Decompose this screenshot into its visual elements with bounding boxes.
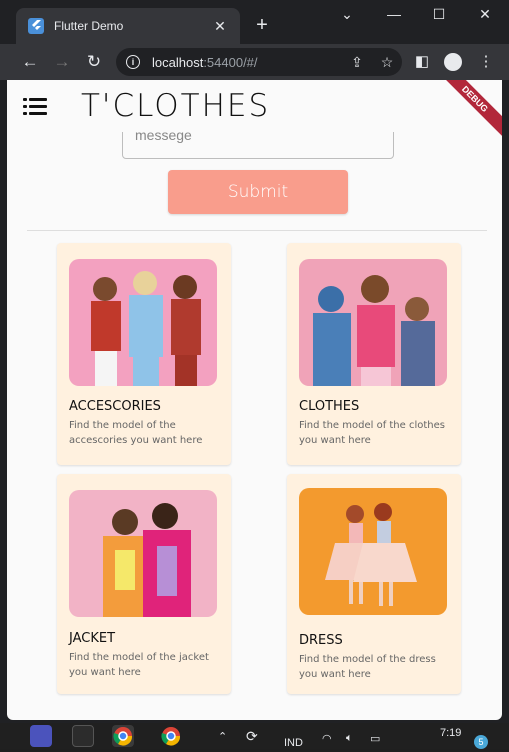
chevron-up-icon[interactable]: ⌃ <box>218 730 227 743</box>
sync-icon[interactable]: ⟳ <box>246 728 258 745</box>
accessories-photo <box>69 259 217 386</box>
teams-icon[interactable] <box>30 725 52 747</box>
card-dress[interactable]: DRESS Find the model of the dress you wa… <box>287 474 461 694</box>
tab-strip: Flutter Demo ✕ + ⌄ — ☐ ✕ <box>0 0 509 44</box>
card-title: ACCESCORIES <box>69 399 161 414</box>
flutter-icon <box>28 18 44 34</box>
card-description: Find the model of the dress you want her… <box>299 654 436 680</box>
card-title: CLOTHES <box>299 399 360 414</box>
menu-kebab-icon[interactable]: ⋮ <box>474 50 498 74</box>
new-tab-button[interactable]: + <box>250 14 274 37</box>
card-description: Find the model of the accescories you wa… <box>69 420 203 446</box>
address-bar[interactable]: i localhost:54400/#/ ⇪ ☆ <box>116 48 402 76</box>
figma-icon[interactable] <box>72 725 94 747</box>
card-accescories[interactable]: ACCESCORIES Find the model of the accesc… <box>57 243 231 465</box>
notification-badge[interactable]: 5 <box>474 735 488 749</box>
app-title: T'CLOTHES <box>81 88 271 124</box>
tab-title: Flutter Demo <box>54 19 124 33</box>
volume-icon[interactable]: 🔈︎ <box>346 732 353 745</box>
browser-toolbar: ← → ↻ i localhost:54400/#/ ⇪ ☆ ◧ ⋮ <box>0 44 509 80</box>
hamburger-menu-icon[interactable] <box>23 96 47 116</box>
browser-window: Flutter Demo ✕ + ⌄ — ☐ ✕ ← → ↻ i localho… <box>0 0 509 749</box>
card-description: Find the model of the clothes you want h… <box>299 420 445 446</box>
close-tab-icon[interactable]: ✕ <box>210 18 230 35</box>
submit-button[interactable]: Submit <box>168 170 348 214</box>
close-window-button[interactable]: ✕ <box>470 6 500 23</box>
card-title: DRESS <box>299 633 343 648</box>
clock-time[interactable]: 7:19 <box>440 727 461 739</box>
bookmark-star-icon[interactable]: ☆ <box>372 54 402 71</box>
url-text: localhost:54400/#/ <box>152 54 258 70</box>
site-info-icon[interactable]: i <box>126 55 140 69</box>
chrome-icon[interactable] <box>112 725 134 747</box>
card-description: Find the model of the jacket you want he… <box>69 652 209 678</box>
card-jacket[interactable]: JACKET Find the model of the jacket you … <box>57 474 231 694</box>
back-icon[interactable]: ← <box>18 50 42 74</box>
browser-tab[interactable]: Flutter Demo ✕ <box>16 8 240 44</box>
forward-icon[interactable]: → <box>50 50 74 74</box>
minimize-button[interactable]: — <box>379 6 409 22</box>
wifi-icon[interactable]: ◠ <box>322 732 332 745</box>
language-indicator[interactable]: IND <box>284 737 303 749</box>
share-icon[interactable]: ⇪ <box>342 54 372 71</box>
chrome-icon[interactable] <box>160 725 182 747</box>
dress-photo <box>299 488 447 615</box>
app-bar: T'CLOTHES <box>7 80 502 132</box>
side-panel-icon[interactable]: ◧ <box>410 50 434 74</box>
battery-icon[interactable]: ▭ <box>370 732 380 745</box>
card-clothes[interactable]: CLOTHES Find the model of the clothes yo… <box>287 243 461 465</box>
clothes-photo <box>299 259 447 386</box>
profile-icon[interactable] <box>444 53 462 71</box>
maximize-button[interactable]: ☐ <box>424 6 454 23</box>
tab-search-icon[interactable]: ⌄ <box>332 6 362 23</box>
card-title: JACKET <box>69 631 116 646</box>
jacket-photo <box>69 490 217 617</box>
divider <box>27 230 487 231</box>
reload-icon[interactable]: ↻ <box>82 50 106 74</box>
windows-taskbar: ⌃ ⟳ IND ◠ 🔈︎ ▭ 7:19 5 <box>0 723 509 749</box>
app-viewport: T'CLOTHES DEBUG messege Submit ACCESCORI… <box>7 80 502 720</box>
